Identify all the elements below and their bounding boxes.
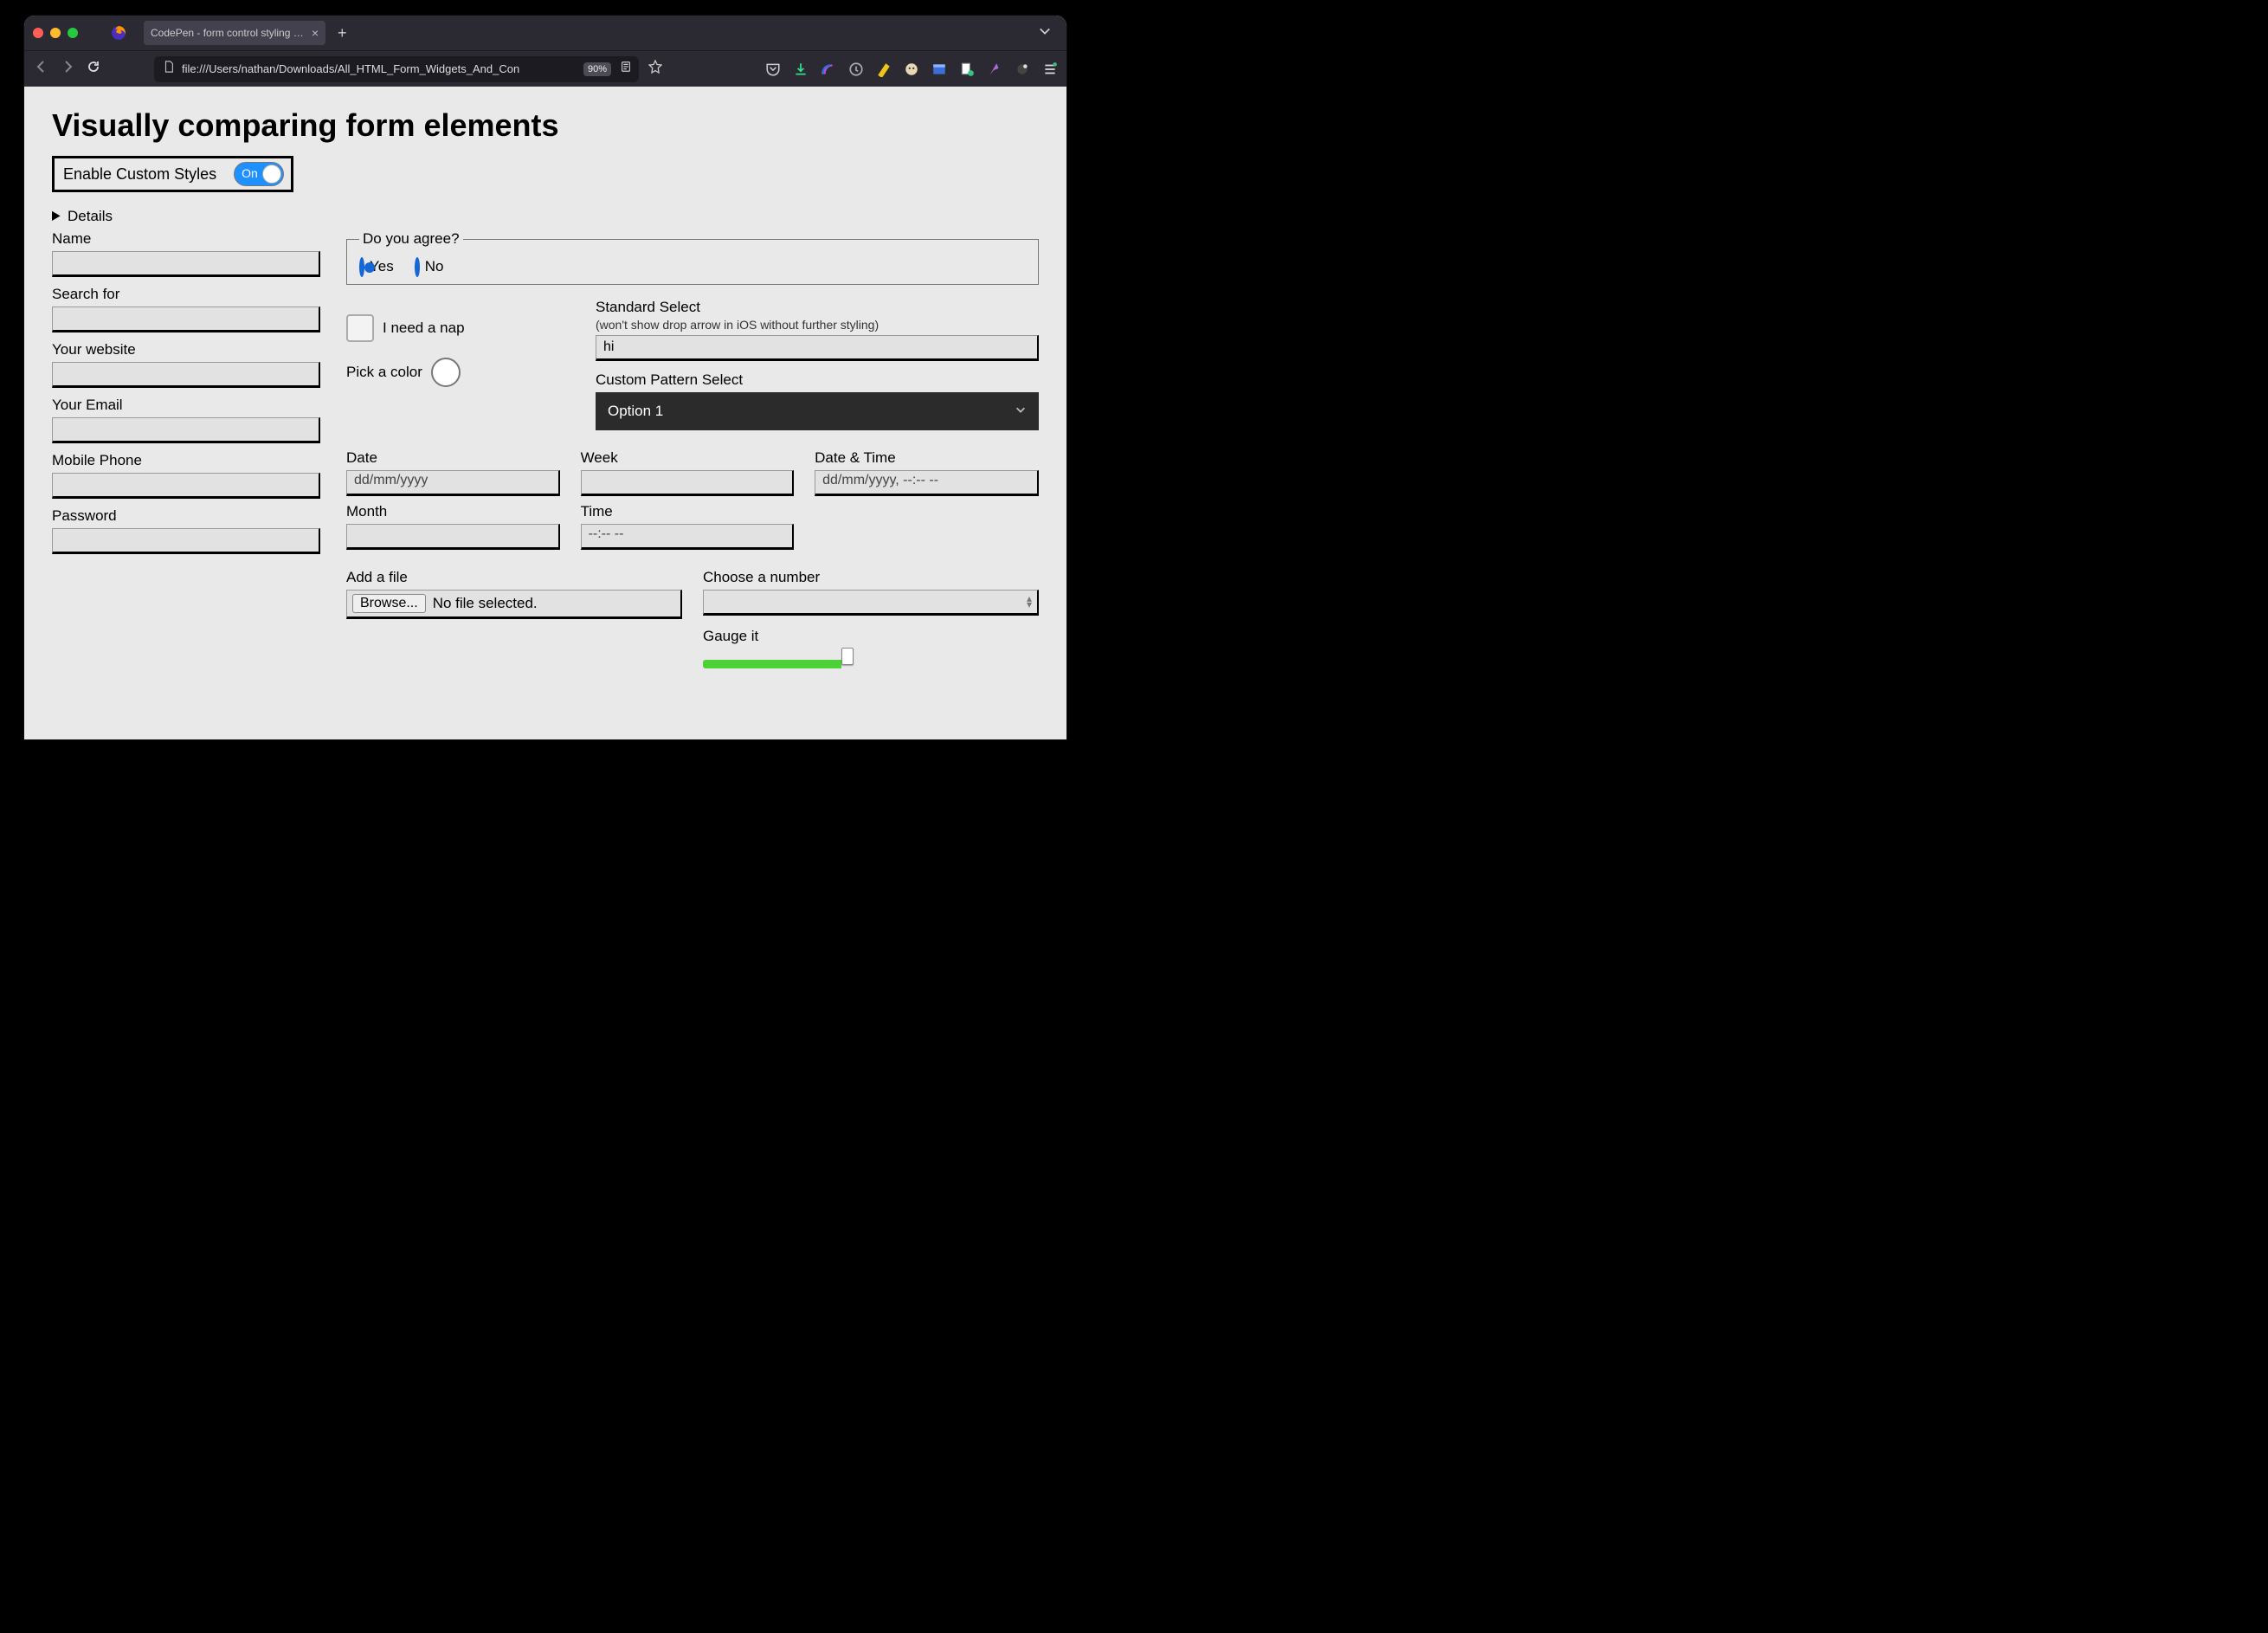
ext-icon-3[interactable] [876, 61, 892, 77]
enable-styles-control: Enable Custom Styles On [52, 156, 293, 192]
back-button[interactable] [33, 60, 50, 78]
window-controls [33, 28, 78, 38]
ext-icon-8[interactable] [1015, 61, 1030, 77]
firefox-icon [111, 25, 126, 41]
document-icon [163, 61, 175, 77]
details-disclosure[interactable]: Details [52, 208, 1039, 225]
email-label: Your Email [52, 397, 320, 414]
color-label: Pick a color [346, 364, 422, 381]
website-input[interactable] [52, 362, 320, 388]
gauge-thumb[interactable] [841, 648, 854, 665]
file-label: Add a file [346, 569, 682, 586]
new-tab-button[interactable]: + [332, 24, 352, 42]
phone-label: Mobile Phone [52, 452, 320, 469]
std-select[interactable]: hi [596, 335, 1039, 361]
browser-tab[interactable]: CodePen - form control styling comp × [144, 21, 325, 45]
datetime-ph: dd/mm/yyyy, --:-- -- [822, 473, 938, 487]
number-stepper-icon[interactable]: ▴▾ [1027, 596, 1032, 608]
toggle-state: On [242, 166, 258, 180]
reader-mode-icon[interactable] [618, 61, 634, 77]
pocket-icon[interactable] [765, 61, 781, 77]
ext-icon-6[interactable] [959, 61, 975, 77]
ext-icon-1[interactable] [821, 61, 836, 77]
std-select-value: hi [603, 339, 614, 355]
close-tab-icon[interactable]: × [312, 27, 319, 39]
details-summary[interactable]: Details [52, 208, 1039, 225]
forward-button[interactable] [59, 60, 76, 78]
number-input[interactable]: ▴▾ [703, 590, 1039, 616]
file-input[interactable]: Browse... No file selected. [346, 590, 682, 619]
gauge-input[interactable] [703, 650, 1039, 669]
address-bar: file:///Users/nathan/Downloads/All_HTML_… [24, 50, 1066, 87]
right-column: Do you agree? Yes No [346, 230, 1039, 669]
time-input[interactable]: --:-- -- [581, 524, 795, 550]
date-label: Date [346, 449, 560, 467]
datetime-label: Date & Time [815, 449, 1039, 467]
std-select-label: Standard Select [596, 299, 1039, 316]
agree-legend: Do you agree? [359, 230, 463, 248]
phone-input[interactable] [52, 473, 320, 499]
nap-label: I need a nap [383, 320, 465, 337]
agree-yes-radio[interactable] [359, 257, 364, 277]
tabs-overflow-icon[interactable] [1032, 25, 1058, 42]
month-label: Month [346, 503, 560, 520]
toolbar-extensions [765, 61, 1058, 77]
gauge-fill [703, 660, 841, 668]
nap-checkbox[interactable] [346, 314, 374, 342]
browser-window: CodePen - form control styling comp × + … [24, 16, 1066, 739]
bookmark-star-icon[interactable] [648, 60, 663, 78]
custom-select-value: Option 1 [608, 403, 663, 420]
close-window[interactable] [33, 28, 43, 38]
date-input[interactable]: dd/mm/yyyy [346, 470, 560, 496]
month-input[interactable] [346, 524, 560, 550]
password-label: Password [52, 507, 320, 525]
page-viewport: Visually comparing form elements Enable … [24, 87, 1066, 739]
toggle-label: Enable Custom Styles [63, 165, 216, 184]
hamburger-menu-icon[interactable] [1042, 61, 1058, 77]
website-label: Your website [52, 341, 320, 358]
ext-icon-2[interactable] [848, 61, 864, 77]
time-ph: --:-- -- [589, 526, 624, 541]
email-input[interactable] [52, 417, 320, 443]
url-text: file:///Users/nathan/Downloads/All_HTML_… [182, 62, 577, 75]
minimize-window[interactable] [50, 28, 61, 38]
agree-no-label: No [425, 258, 444, 274]
search-input[interactable] [52, 307, 320, 332]
agree-no-radio[interactable] [415, 257, 420, 277]
number-label: Choose a number [703, 569, 1039, 586]
ext-icon-4[interactable] [904, 61, 919, 77]
download-icon[interactable] [793, 61, 809, 77]
color-input[interactable] [431, 358, 461, 387]
agree-fieldset: Do you agree? Yes No [346, 230, 1039, 285]
ext-icon-7[interactable] [987, 61, 1002, 77]
gauge-label: Gauge it [703, 628, 1039, 645]
date-ph: dd/mm/yyyy [354, 473, 428, 487]
browse-button[interactable]: Browse... [352, 594, 426, 613]
left-column: Name Search for Your website Your Email … [52, 230, 320, 563]
ext-icon-5[interactable] [931, 61, 947, 77]
search-label: Search for [52, 286, 320, 303]
week-label: Week [581, 449, 795, 467]
zoom-window[interactable] [68, 28, 78, 38]
tab-title: CodePen - form control styling comp [151, 27, 305, 39]
enable-styles-toggle[interactable]: On [234, 162, 284, 186]
toggle-knob [262, 165, 281, 184]
file-status: No file selected. [433, 595, 538, 612]
reload-button[interactable] [85, 60, 102, 78]
custom-select[interactable]: Option 1 [596, 392, 1039, 430]
page-title: Visually comparing form elements [52, 107, 1039, 144]
name-input[interactable] [52, 251, 320, 277]
std-select-hint: (won't show drop arrow in iOS without fu… [596, 318, 1039, 332]
url-field[interactable]: file:///Users/nathan/Downloads/All_HTML_… [154, 56, 639, 82]
tab-bar: CodePen - form control styling comp × + [24, 16, 1066, 50]
name-label: Name [52, 230, 320, 248]
chevron-down-icon [1015, 403, 1027, 420]
week-input[interactable] [581, 470, 795, 496]
custom-select-label: Custom Pattern Select [596, 371, 1039, 389]
zoom-badge[interactable]: 90% [583, 62, 611, 76]
time-label: Time [581, 503, 795, 520]
password-input[interactable] [52, 528, 320, 554]
datetime-input[interactable]: dd/mm/yyyy, --:-- -- [815, 470, 1039, 496]
